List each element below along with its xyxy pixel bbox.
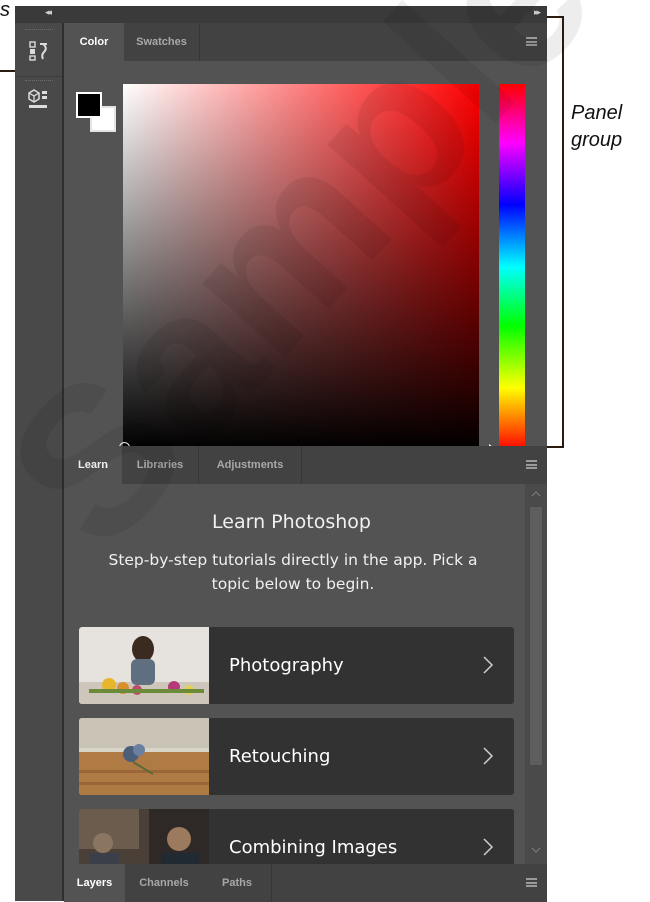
panel-group-callout: Panel group — [571, 100, 646, 154]
layers-panel: Layers Channels Paths — [64, 864, 547, 902]
chevron-right-icon — [483, 838, 494, 856]
tab-libraries[interactable]: Libraries — [122, 446, 198, 484]
3d-icon[interactable] — [23, 86, 55, 114]
tab-separator — [199, 23, 200, 61]
tab-swatches[interactable]: Swatches — [124, 23, 199, 61]
learn-panel-body: Learn Photoshop Step-by-step tutorials d… — [64, 484, 547, 864]
color-spectrum-field[interactable] — [123, 84, 479, 450]
panel-group-bracket-bottom — [547, 446, 564, 448]
strip-separator — [15, 76, 63, 77]
panel-dock: ◂◂ ▸▸ Color Swatches Learn Libraries Adj… — [15, 6, 547, 902]
tab-learn[interactable]: Learn — [64, 446, 122, 484]
collapse-panels-icon[interactable]: ▸▸ — [534, 8, 541, 18]
combining-images-thumbnail — [79, 809, 209, 864]
panel-menu-icon[interactable] — [526, 460, 537, 469]
scroll-down-icon[interactable] — [531, 846, 541, 854]
callout-line: Panel — [571, 102, 623, 124]
tab-channels[interactable]: Channels — [125, 864, 203, 902]
learn-subtitle: Step-by-step tutorials directly in the a… — [88, 548, 498, 596]
strip-grip[interactable] — [25, 29, 53, 32]
tutorial-label: Combining Images — [229, 837, 398, 858]
learn-subtitle-line: Step-by-step tutorials directly in the a… — [108, 551, 478, 569]
strip-grip[interactable] — [25, 80, 53, 83]
color-panel: Color Swatches — [64, 23, 547, 466]
color-panel-tabs: Color Swatches — [64, 23, 547, 61]
learn-subtitle-line: topic below to begin. — [211, 575, 375, 593]
history-icon[interactable] — [23, 37, 55, 65]
photography-thumbnail — [79, 627, 209, 704]
tutorial-label: Photography — [229, 655, 344, 676]
tab-color[interactable]: Color — [64, 23, 124, 61]
tab-paths[interactable]: Paths — [203, 864, 271, 902]
panel-menu-icon[interactable] — [526, 878, 537, 887]
learn-panel-tabs: Learn Libraries Adjustments — [64, 446, 547, 484]
panel-menu-icon[interactable] — [526, 37, 537, 46]
callout-line: group — [571, 129, 623, 151]
tab-layers[interactable]: Layers — [64, 864, 125, 902]
tab-adjustments[interactable]: Adjustments — [199, 446, 301, 484]
hue-slider[interactable] — [499, 84, 525, 450]
learn-panel: Learn Libraries Adjustments Learn Photos… — [64, 446, 547, 864]
foreground-color-swatch[interactable] — [76, 92, 102, 118]
tutorial-label: Retouching — [229, 746, 331, 767]
tutorial-card-photography[interactable]: Photography — [79, 627, 514, 704]
tab-separator — [301, 446, 302, 484]
chevron-right-icon — [483, 747, 494, 765]
color-panel-body — [64, 61, 547, 466]
callout-left-fragment: s — [0, 0, 10, 21]
retouching-thumbnail — [79, 718, 209, 795]
chevron-right-icon — [483, 656, 494, 674]
learn-title: Learn Photoshop — [212, 511, 371, 533]
dock-title-bar: ◂◂ ▸▸ — [15, 6, 547, 23]
scroll-up-icon[interactable] — [531, 490, 541, 498]
learn-scrollbar[interactable] — [525, 484, 547, 864]
scrollbar-thumb[interactable] — [530, 507, 542, 765]
layers-panel-tabs: Layers Channels Paths — [64, 864, 547, 902]
tutorial-card-retouching[interactable]: Retouching — [79, 718, 514, 795]
collapse-strip-icon[interactable]: ◂◂ — [45, 8, 52, 18]
collapsed-icon-strip — [15, 23, 63, 901]
tutorial-card-combining-images[interactable]: Combining Images — [79, 809, 514, 864]
panel-group-bracket — [562, 16, 564, 448]
tab-separator — [271, 864, 272, 902]
